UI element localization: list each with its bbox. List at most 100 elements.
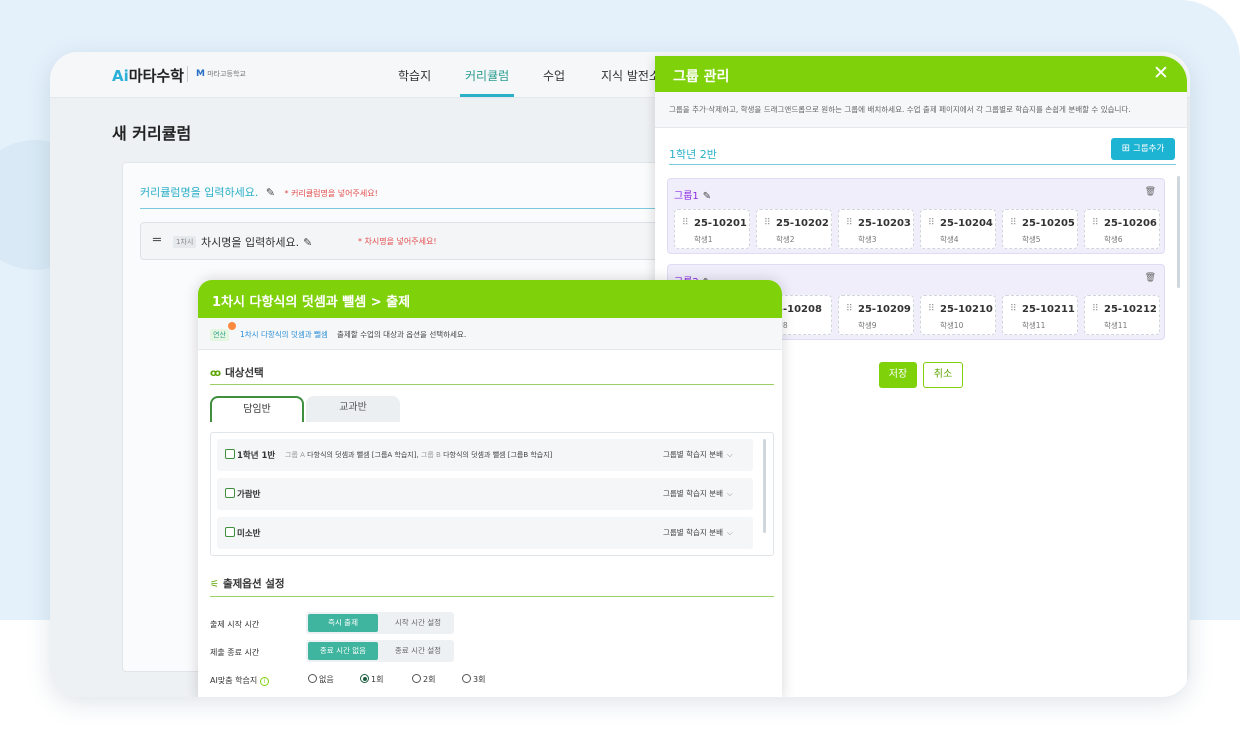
student-name: 학생11	[1104, 321, 1128, 330]
session-required-hint: * 차시명을 넣어주세요!	[358, 237, 437, 246]
ai-worksheet-label: AI맞춤 학습지 i	[210, 675, 270, 686]
target-section-label: 대상선택	[225, 367, 264, 379]
list-item: 미소반 그룹별 학습지 분배 ⌵	[217, 517, 753, 549]
set-start-time-option[interactable]: 시작 시간 설정	[382, 612, 454, 634]
group-name[interactable]: 그룹1 ✎	[674, 187, 711, 202]
student-id: 25-10201	[694, 218, 747, 229]
radio-icon	[308, 674, 317, 683]
student-name: 학생10	[940, 321, 964, 330]
add-group-label: 그룹추가	[1133, 144, 1165, 154]
class-checkbox[interactable]	[225, 449, 235, 459]
drag-grip-icon[interactable]: ⠿	[928, 218, 935, 228]
curriculum-required-hint: * 커리큘럼명을 넣어주세요!	[284, 189, 378, 198]
curriculum-name-placeholder: 커리큘럼명을 입력하세요.	[140, 186, 259, 199]
tab-subject-class[interactable]: 교과반	[306, 396, 400, 422]
student-card[interactable]: ⠿ 25-10203 학생3	[838, 209, 914, 249]
group-panel-scrollbar[interactable]	[1177, 176, 1180, 288]
set-end-time-option[interactable]: 종료 시간 설정	[382, 640, 454, 662]
info-icon[interactable]: i	[260, 677, 270, 686]
student-name: 학생5	[1022, 235, 1041, 244]
target-section-title: ꝏ 대상선택	[210, 365, 264, 380]
student-card[interactable]: ⠿ 25-10202 학생2	[756, 209, 832, 249]
student-name: 학생6	[1104, 235, 1123, 244]
student-name: 학생4	[940, 235, 959, 244]
nav-active-indicator	[460, 94, 514, 97]
radio-selected-icon	[360, 674, 369, 683]
student-id: 25-10203	[858, 218, 911, 229]
drag-grip-icon[interactable]: ⠿	[764, 218, 771, 228]
distribution-select[interactable]: 그룹별 학습지 분배 ⌵	[663, 449, 733, 460]
student-id: 25-10210	[940, 304, 993, 315]
distribution-select[interactable]: 그룹별 학습지 분배 ⌵	[663, 488, 733, 499]
close-icon[interactable]: ✕	[1153, 62, 1169, 84]
ai-radio-1[interactable]: 1회	[360, 674, 383, 685]
drag-grip-icon[interactable]: ⠿	[928, 304, 935, 314]
student-card[interactable]: ⠿ 25-10205 학생5	[1002, 209, 1078, 249]
cancel-button[interactable]: 취소	[923, 362, 963, 388]
no-end-time-option[interactable]: 종료 시간 없음	[308, 642, 378, 660]
student-card[interactable]: ⠿ 25-10209 학생9	[838, 295, 914, 335]
student-card[interactable]: ⠿ 25-10211 학생11	[1002, 295, 1078, 335]
drag-grip-icon[interactable]: ⠿	[1092, 304, 1099, 314]
group-panel-divider	[669, 164, 1176, 165]
page-title: 새 커리큘럼	[112, 124, 192, 143]
save-button[interactable]: 저장	[879, 362, 917, 388]
student-card[interactable]: ⠿ 25-10201 학생1	[674, 209, 750, 249]
class-checkbox[interactable]	[225, 488, 235, 498]
distribution-select[interactable]: 그룹별 학습지 분배 ⌵	[663, 527, 733, 538]
pencil-icon[interactable]: ✎	[266, 186, 275, 199]
drag-grip-icon[interactable]: ⠿	[846, 218, 853, 228]
student-card[interactable]: ⠿ 25-10210 학생10	[920, 295, 996, 335]
class-name: 미소반	[237, 529, 261, 539]
target-section-divider	[210, 384, 774, 385]
ai-option-label: 2회	[423, 675, 436, 684]
group-b-worksheet: 다항식의 덧셈과 뺄셈 [그룹B 학습지]	[443, 451, 553, 459]
curriculum-name-underline	[140, 208, 680, 209]
ai-radio-2[interactable]: 2회	[412, 674, 435, 685]
group-box: 그룹1 ✎ 🗑 ⠿ 25-10201 학생1 ⠿ 25-10202 학생2 ⠿ 25-102…	[667, 178, 1165, 254]
student-name: 학생3	[858, 235, 877, 244]
nav-class[interactable]: 수업	[543, 67, 565, 84]
class-checkbox[interactable]	[225, 527, 235, 537]
student-card[interactable]: ⠿ 25-10204 학생4	[920, 209, 996, 249]
ai-radio-3[interactable]: 3회	[462, 674, 485, 685]
session-name-field[interactable]: 차시명을 입력하세요. ✎	[201, 234, 312, 250]
student-card[interactable]: ⠿ 25-10206 학생6	[1084, 209, 1160, 249]
pencil-icon[interactable]: ✎	[303, 236, 312, 249]
assign-modal-title: 1차시 다항식의 덧셈과 뺄셈 > 출제	[212, 295, 411, 310]
session-row[interactable]: ═ 1차시 차시명을 입력하세요. ✎ * 차시명을 넣어주세요!	[140, 222, 680, 260]
pencil-icon[interactable]: ✎	[703, 191, 711, 202]
start-immediately-option[interactable]: 즉시 출제	[308, 614, 378, 632]
distribution-select-value: 그룹별 학습지 분배	[663, 450, 723, 459]
logo-ai: Ai	[112, 67, 129, 85]
school-logo-icon: M	[196, 69, 205, 79]
option-section-title: ⚟ 출제옵션 설정	[210, 576, 285, 591]
trash-icon[interactable]: 🗑	[1145, 273, 1156, 283]
class-name: 가람반	[237, 490, 261, 500]
drag-grip-icon[interactable]: ⠿	[1010, 218, 1017, 228]
drag-grip-icon[interactable]: ⠿	[846, 304, 853, 314]
logo-name: 마타수학	[128, 67, 184, 85]
grid-plus-icon: ⊞	[1121, 143, 1131, 154]
curriculum-name-field[interactable]: 커리큘럼명을 입력하세요. ✎ * 커리큘럼명을 넣어주세요!	[140, 184, 378, 200]
nav-knowledge[interactable]: 지식 발전소	[601, 67, 660, 84]
session-link[interactable]: 1차시 다항식의 덧셈과 뺄셈	[240, 329, 328, 340]
trash-icon[interactable]: 🗑	[1145, 187, 1156, 197]
radio-icon	[412, 674, 421, 683]
class-list-scrollbar[interactable]	[763, 439, 766, 533]
student-name: 학생2	[776, 235, 795, 244]
nav-curriculum[interactable]: 커리큘럼	[465, 67, 509, 84]
student-id: 25-10204	[940, 218, 993, 229]
nav-worksheet[interactable]: 학습지	[398, 67, 431, 84]
assign-info-text: 출제할 수업의 대상과 옵션을 선택하세요.	[337, 330, 467, 339]
add-group-button[interactable]: ⊞ 그룹추가	[1111, 138, 1175, 160]
drag-handle-icon[interactable]: ═	[153, 233, 161, 248]
student-card[interactable]: ⠿ 25-10212 학생11	[1084, 295, 1160, 335]
drag-grip-icon[interactable]: ⠿	[1010, 304, 1017, 314]
app-logo[interactable]: Ai마타수학	[112, 65, 184, 86]
drag-grip-icon[interactable]: ⠿	[682, 218, 689, 228]
tab-homeroom[interactable]: 담임반	[210, 396, 304, 422]
drag-grip-icon[interactable]: ⠿	[1092, 218, 1099, 228]
chevron-down-icon: ⌵	[726, 528, 733, 537]
ai-radio-none[interactable]: 없음	[308, 674, 334, 685]
